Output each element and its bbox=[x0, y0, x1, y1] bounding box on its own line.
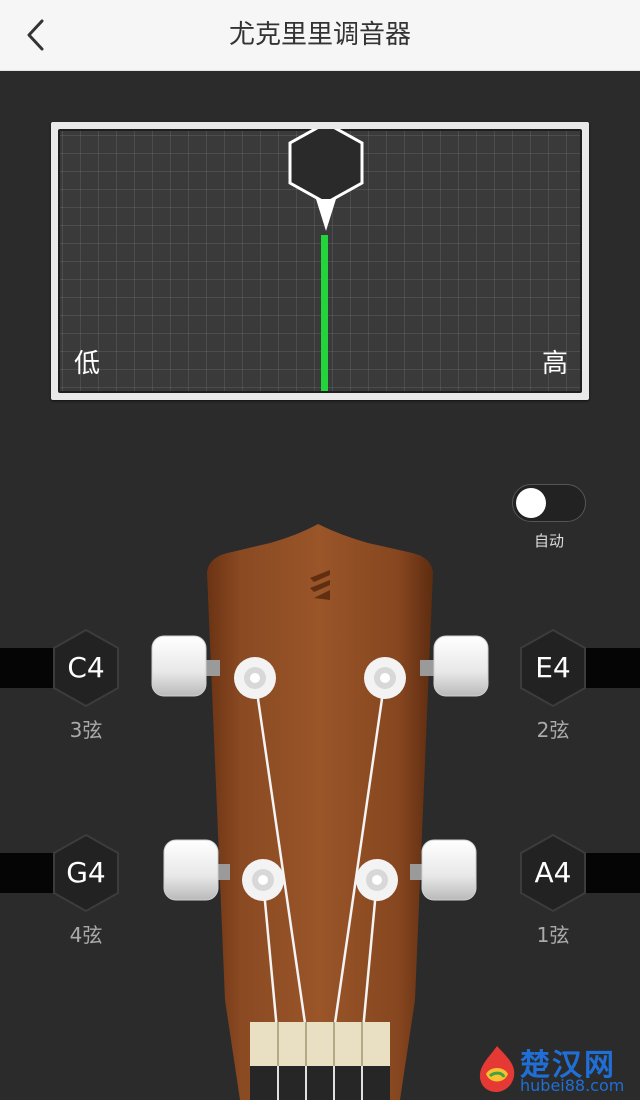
site-watermark: 楚汉网 hubei88.com bbox=[476, 1038, 636, 1098]
tuning-peg-c4[interactable] bbox=[150, 632, 208, 700]
note-label: E4 bbox=[535, 651, 571, 684]
string-number-label: 3弦 bbox=[69, 718, 103, 742]
auto-toggle-label: 自动 bbox=[533, 532, 564, 550]
tuning-peg-a4[interactable] bbox=[420, 836, 478, 904]
string-post bbox=[356, 859, 398, 901]
note-button-a4[interactable]: A4 bbox=[518, 833, 588, 913]
watermark-logo-icon bbox=[479, 1046, 515, 1092]
note-label: C4 bbox=[67, 651, 105, 684]
note-button-c4[interactable]: C4 bbox=[51, 628, 121, 708]
toggle-knob bbox=[516, 488, 546, 518]
tuning-peg-e4[interactable] bbox=[432, 632, 490, 700]
auto-toggle[interactable] bbox=[512, 484, 586, 522]
string-number-label: 2弦 bbox=[536, 718, 570, 742]
watermark-url: hubei88.com bbox=[520, 1076, 625, 1095]
string-post bbox=[234, 657, 276, 699]
tuning-peg-g4[interactable] bbox=[162, 836, 220, 904]
string-post bbox=[364, 657, 406, 699]
low-label: 低 bbox=[74, 349, 101, 379]
note-button-g4[interactable]: G4 bbox=[51, 833, 121, 913]
string-post bbox=[242, 859, 284, 901]
string-number-label: 1弦 bbox=[536, 923, 570, 947]
brand-logo bbox=[310, 570, 330, 600]
tuning-needle bbox=[321, 235, 328, 391]
top-bar: 尤克里里调音器 bbox=[0, 0, 640, 71]
meter-grid: 低 高 bbox=[58, 129, 582, 393]
hexagon-pointer-icon bbox=[288, 129, 364, 231]
tuner-meter: 低 高 bbox=[51, 122, 589, 400]
page-title: 尤克里里调音器 bbox=[228, 20, 411, 50]
note-label: G4 bbox=[66, 856, 106, 889]
string-number-label: 4弦 bbox=[69, 923, 103, 947]
note-label: A4 bbox=[534, 856, 572, 889]
note-button-e4[interactable]: E4 bbox=[518, 628, 588, 708]
high-label: 高 bbox=[541, 349, 568, 379]
